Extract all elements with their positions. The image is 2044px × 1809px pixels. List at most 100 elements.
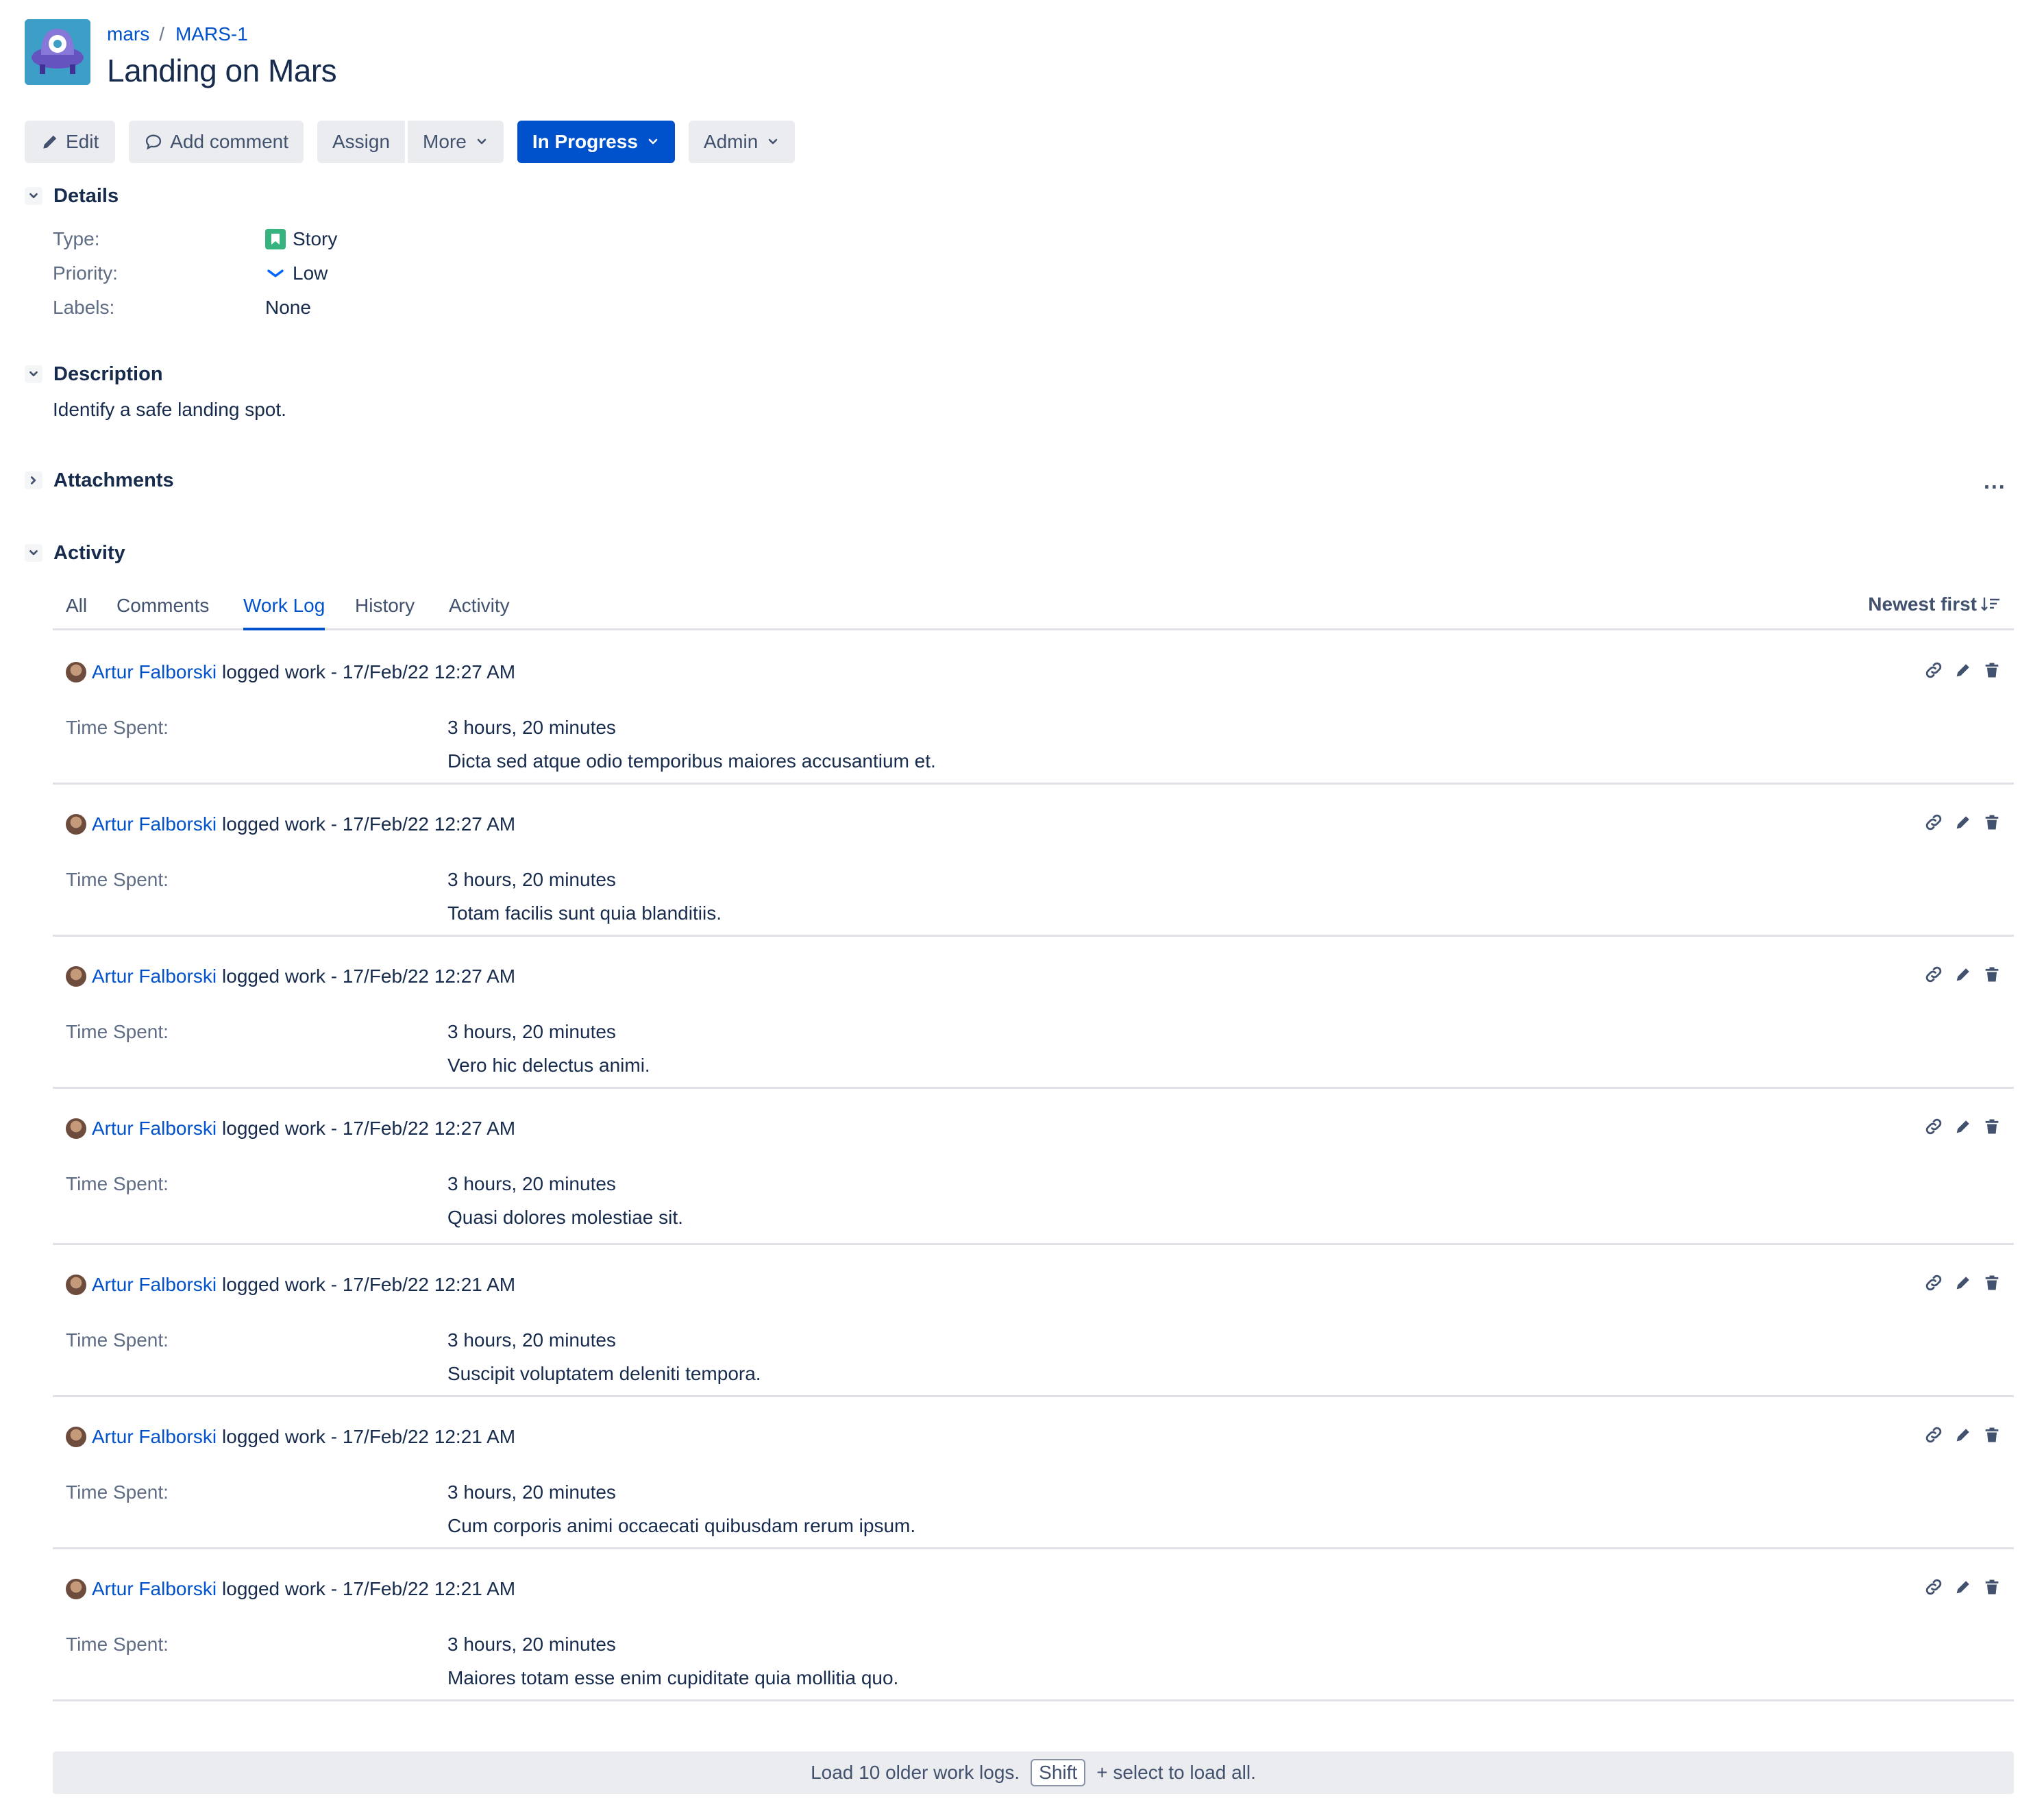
worklog-comment: Maiores totam esse enim cupiditate quia … [447, 1667, 899, 1688]
project-avatar[interactable] [25, 19, 90, 85]
edit-pencil-icon[interactable] [1954, 661, 1973, 680]
time-spent-value: 3 hours, 20 minutes [447, 869, 616, 890]
attachments-heading: Attachments [53, 469, 174, 491]
edit-pencil-icon[interactable] [1954, 1577, 1973, 1597]
worklog-list: Artur Falborski logged work - 17/Feb/22 1… [53, 632, 2014, 1701]
edit-button-label: Edit [66, 131, 99, 152]
edit-pencil-icon[interactable] [1954, 813, 1973, 832]
worklog-header: Artur Falborski logged work - 17/Feb/22 1… [66, 661, 515, 683]
add-comment-button[interactable]: Add comment [129, 121, 304, 163]
worklog-author-link[interactable]: Artur Falborski [92, 1118, 217, 1140]
avatar[interactable] [66, 1579, 86, 1599]
worklog-author-link[interactable]: Artur Falborski [92, 965, 217, 987]
activity-tabs: All Comments Work Log History Activity N… [53, 592, 2014, 630]
description-section-toggle[interactable]: Description [25, 362, 163, 386]
delete-trash-icon[interactable] [1982, 1425, 2002, 1444]
pencil-icon [41, 133, 59, 151]
sort-icon [1981, 595, 2002, 613]
permalink-icon[interactable] [1923, 660, 1944, 680]
worklog-comment: Vero hic delectus animi. [447, 1055, 650, 1076]
worklog-comment: Suscipit voluptatem deleniti tempora. [447, 1363, 761, 1384]
permalink-icon[interactable] [1923, 1577, 1944, 1597]
avatar[interactable] [66, 966, 86, 987]
chevron-down-icon [25, 365, 42, 383]
load-more-text: Load 10 older work logs. [811, 1762, 1020, 1783]
admin-button[interactable]: Admin [688, 121, 796, 163]
edit-button[interactable]: Edit [25, 121, 116, 163]
permalink-icon[interactable] [1923, 964, 1944, 985]
delete-trash-icon[interactable] [1982, 1117, 2002, 1136]
priority-low-icon [265, 263, 286, 284]
worklog-action: logged work - 17/Feb/22 12:21 AM [222, 1426, 516, 1447]
worklog-author-link[interactable]: Artur Falborski [92, 1274, 217, 1296]
details-grid: Type: Story Priority: Low Labels: None [53, 222, 337, 325]
worklog-author-link[interactable]: Artur Falborski [92, 1578, 217, 1600]
time-spent-value: 3 hours, 20 minutes [447, 717, 616, 738]
worklog-author-link[interactable]: Artur Falborski [92, 661, 217, 683]
worklog-actions [1914, 1577, 2002, 1597]
assign-button[interactable]: Assign [317, 121, 406, 163]
avatar[interactable] [66, 1118, 86, 1139]
description-text[interactable]: Identify a safe landing spot. [53, 399, 286, 421]
avatar[interactable] [66, 814, 86, 835]
delete-trash-icon[interactable] [1982, 1273, 2002, 1292]
tab-history[interactable]: History [355, 595, 415, 630]
worklog-header: Artur Falborski logged work - 17/Feb/22 1… [66, 1426, 515, 1448]
delete-trash-icon[interactable] [1982, 1577, 2002, 1597]
tab-all[interactable]: All [66, 595, 87, 630]
permalink-icon[interactable] [1923, 1116, 1944, 1137]
details-heading: Details [53, 184, 119, 207]
time-spent-label: Time Spent: [66, 1329, 169, 1351]
shift-key-hint: Shift [1031, 1759, 1086, 1786]
attachments-more-button[interactable]: ... [1984, 469, 2006, 494]
more-button[interactable]: More [408, 121, 504, 163]
worklog-item: Artur Falborski logged work - 17/Feb/22 1… [53, 1549, 2014, 1701]
worklog-action: logged work - 17/Feb/22 12:21 AM [222, 1274, 516, 1295]
delete-trash-icon[interactable] [1982, 661, 2002, 680]
sort-order-button[interactable]: Newest first [1868, 593, 2002, 615]
worklog-item: Artur Falborski logged work - 17/Feb/22 1… [53, 1089, 2014, 1245]
worklog-comment: Dicta sed atque odio temporibus maiores … [447, 750, 936, 772]
tab-work-log[interactable]: Work Log [243, 595, 325, 630]
avatar[interactable] [66, 1427, 86, 1447]
status-button[interactable]: In Progress [517, 121, 675, 163]
time-spent-label: Time Spent: [66, 1021, 169, 1042]
worklog-header: Artur Falborski logged work - 17/Feb/22 1… [66, 813, 515, 835]
tab-activity[interactable]: Activity [449, 595, 510, 630]
worklog-actions [1914, 1272, 2002, 1293]
avatar[interactable] [66, 662, 86, 682]
chevron-right-icon [25, 471, 42, 489]
load-more-worklogs[interactable]: Load 10 older work logs. Shift + select … [53, 1751, 2014, 1794]
activity-section-toggle[interactable]: Activity [25, 541, 125, 565]
breadcrumb: mars / MARS-1 [107, 22, 336, 47]
permalink-icon[interactable] [1923, 1272, 1944, 1293]
worklog-actions [1914, 1116, 2002, 1137]
worklog-author-link[interactable]: Artur Falborski [92, 813, 217, 835]
time-spent-label: Time Spent: [66, 1634, 169, 1655]
breadcrumb-issue-link[interactable]: MARS-1 [175, 23, 248, 45]
edit-pencil-icon[interactable] [1954, 1117, 1973, 1136]
tab-comments[interactable]: Comments [116, 595, 209, 630]
attachments-section-toggle[interactable]: Attachments [25, 468, 174, 493]
delete-trash-icon[interactable] [1982, 965, 2002, 984]
chevron-down-icon [766, 135, 780, 149]
worklog-actions [1914, 964, 2002, 985]
worklog-header: Artur Falborski logged work - 17/Feb/22 1… [66, 1118, 515, 1140]
edit-pencil-icon[interactable] [1954, 965, 1973, 984]
breadcrumb-separator: / [159, 23, 165, 45]
breadcrumb-project-link[interactable]: mars [107, 23, 149, 45]
worklog-author-link[interactable]: Artur Falborski [92, 1426, 217, 1448]
edit-pencil-icon[interactable] [1954, 1425, 1973, 1444]
delete-trash-icon[interactable] [1982, 813, 2002, 832]
edit-pencil-icon[interactable] [1954, 1273, 1973, 1292]
load-more-hint: + select to load all. [1096, 1762, 1256, 1783]
worklog-header: Artur Falborski logged work - 17/Feb/22 1… [66, 1274, 515, 1296]
activity-heading: Activity [53, 541, 125, 564]
worklog-comment: Cum corporis animi occaecati quibusdam r… [447, 1515, 916, 1536]
permalink-icon[interactable] [1923, 1425, 1944, 1445]
permalink-icon[interactable] [1923, 812, 1944, 833]
avatar[interactable] [66, 1275, 86, 1295]
time-spent-value: 3 hours, 20 minutes [447, 1634, 616, 1655]
details-section-toggle[interactable]: Details [25, 184, 119, 208]
worklog-item: Artur Falborski logged work - 17/Feb/22 1… [53, 937, 2014, 1089]
